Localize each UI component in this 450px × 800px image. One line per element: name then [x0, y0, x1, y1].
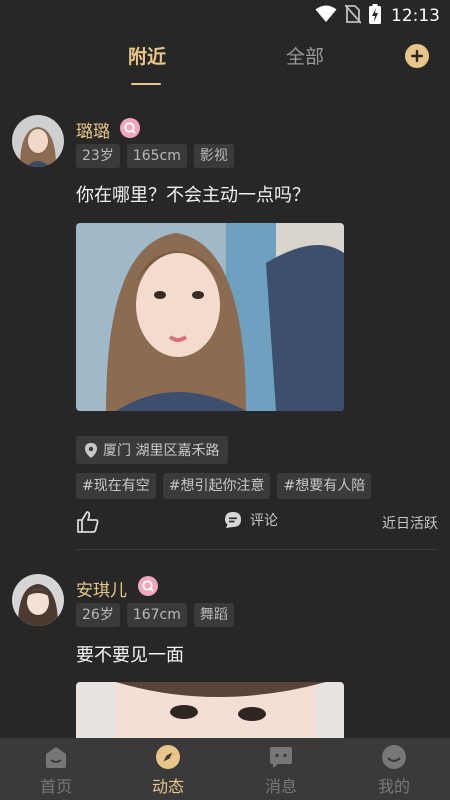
post-text: 要不要见一面: [76, 645, 184, 666]
nav-item-messages[interactable]: 消息: [225, 738, 337, 800]
avatar[interactable]: [12, 574, 64, 626]
app-root: 12:13 附近 全部 璐璐 23岁 165cm 影视 你在哪里？不会主动一点吗…: [0, 0, 450, 800]
nav-label: 消息: [264, 777, 297, 796]
age-tag: 26岁: [76, 603, 120, 627]
home-icon: [46, 747, 66, 768]
post-photo[interactable]: [76, 682, 344, 738]
post-card[interactable]: 安琪儿 26岁 167cm 舞蹈 要不要见一面: [0, 0, 450, 738]
nav-label: 首页: [39, 777, 72, 796]
nav-label: 动态: [151, 777, 184, 796]
username[interactable]: 安琪儿: [76, 576, 127, 601]
nav-item-home[interactable]: 首页: [0, 738, 112, 800]
message-icon: [270, 747, 292, 768]
nav-item-profile[interactable]: 我的: [338, 738, 450, 800]
profile-icon: [382, 745, 406, 769]
bottom-nav: 首页 动态 消息 我的: [0, 738, 450, 800]
nav-item-feed[interactable]: 动态: [112, 738, 224, 800]
occupation-tag: 舞蹈: [193, 603, 234, 627]
compass-icon: [156, 745, 180, 769]
profile-tags: 26岁 167cm 舞蹈: [76, 603, 234, 627]
height-tag: 167cm: [126, 603, 187, 627]
nav-label: 我的: [377, 777, 410, 796]
verified-badge-icon: [138, 576, 158, 596]
